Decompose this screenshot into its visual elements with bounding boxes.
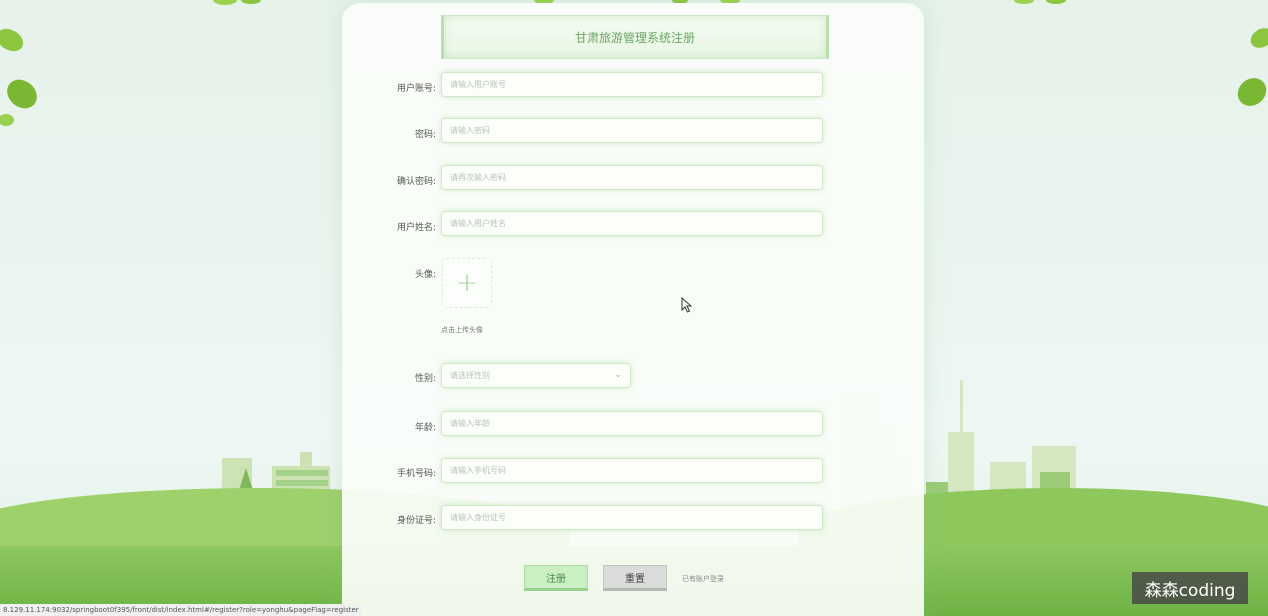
mouse-cursor-icon: [681, 297, 693, 313]
gender-label: 性别:: [414, 374, 436, 384]
register-button[interactable]: 注册: [524, 565, 588, 591]
phone-placeholder: 请输入手机号码: [450, 466, 506, 475]
id-number-placeholder: 请输入身份证号: [450, 513, 506, 522]
avatar-upload-button[interactable]: +: [442, 258, 492, 308]
account-placeholder: 请输入用户账号: [450, 80, 506, 89]
password-placeholder: 请输入密码: [450, 126, 490, 135]
password-input[interactable]: 请输入密码: [441, 118, 823, 143]
status-bar-url: 8.129.11.174:9032/springboot0f395/front/…: [0, 604, 362, 616]
reset-button[interactable]: 重置: [603, 565, 667, 591]
password-label: 密码:: [414, 130, 436, 140]
confirm-password-label: 确认密码:: [396, 177, 436, 187]
age-input[interactable]: 请输入年龄: [441, 411, 823, 436]
register-title: 甘肃旅游管理系统注册: [441, 15, 829, 59]
age-label: 年龄:: [414, 423, 436, 433]
chevron-down-icon: ⌄: [614, 370, 622, 380]
id-number-input[interactable]: 请输入身份证号: [441, 505, 823, 530]
watermark: 森森coding: [1132, 572, 1248, 604]
user-name-placeholder: 请输入用户姓名: [450, 219, 506, 228]
register-title-text: 甘肃旅游管理系统注册: [574, 30, 695, 45]
confirm-password-placeholder: 请再次输入密码: [450, 173, 506, 182]
avatar-upload-hint: 点击上传头像: [441, 326, 483, 334]
phone-input[interactable]: 请输入手机号码: [441, 458, 823, 483]
avatar-label: 头像:: [414, 270, 436, 280]
account-label: 用户账号:: [396, 84, 436, 94]
plus-icon: +: [456, 268, 478, 298]
user-name-label: 用户姓名:: [396, 223, 436, 233]
phone-label: 手机号码:: [396, 469, 436, 479]
leaf-cluster-left-icon: [0, 28, 37, 126]
age-placeholder: 请输入年龄: [450, 419, 490, 428]
gender-select[interactable]: 请选择性别 ⌄: [441, 363, 631, 388]
account-input[interactable]: 请输入用户账号: [441, 72, 823, 97]
leaf-top-right-icon: [1014, 0, 1066, 4]
confirm-password-input[interactable]: 请再次输入密码: [441, 165, 823, 190]
id-number-label: 身份证号:: [396, 516, 436, 526]
user-name-input[interactable]: 请输入用户姓名: [441, 211, 823, 236]
leaf-top-icon: [213, 0, 261, 5]
gender-placeholder: 请选择性别: [450, 371, 490, 380]
leaf-cluster-right-icon: [1237, 28, 1268, 106]
login-link[interactable]: 已有账户登录: [682, 574, 724, 584]
